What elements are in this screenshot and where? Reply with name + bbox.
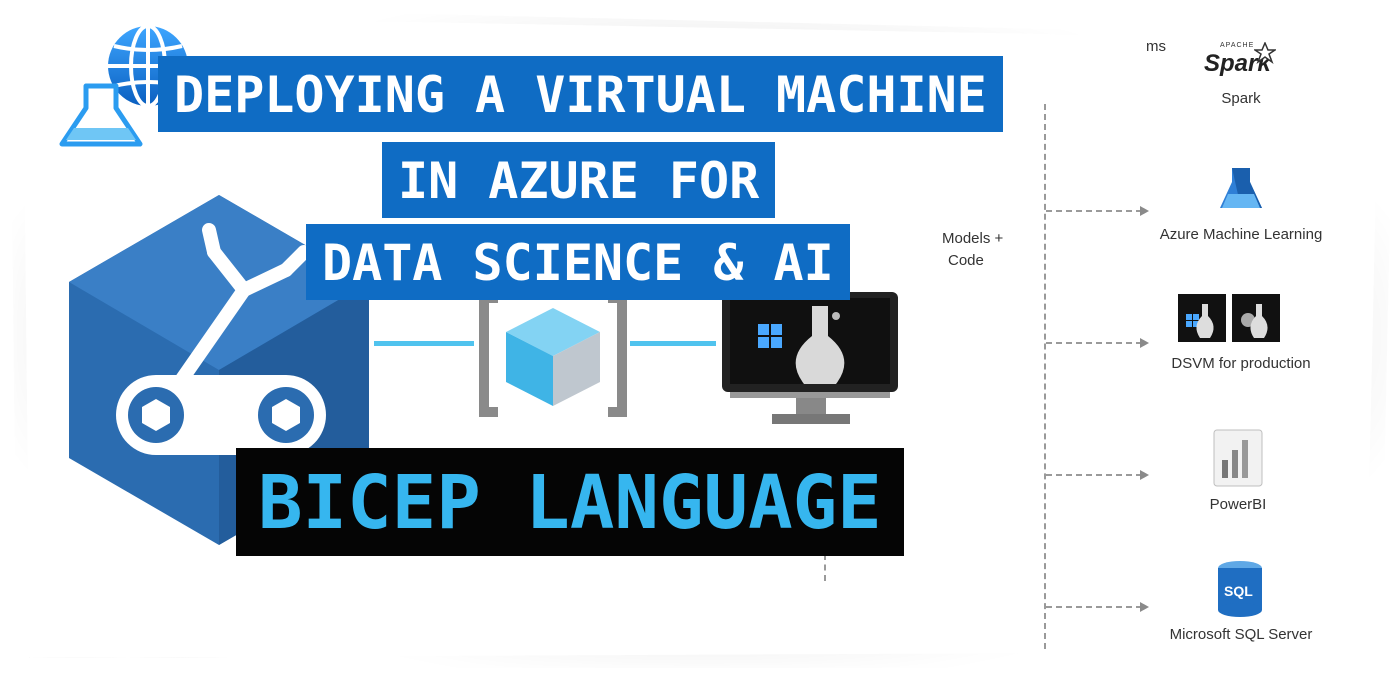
resource-cube-icon: [479, 293, 627, 417]
title-line-2: IN AZURE FOR: [382, 142, 776, 218]
sql-icon-text: SQL: [1224, 583, 1253, 599]
service-label-azure-ml: Azure Machine Learning: [1159, 226, 1323, 243]
models-label-line1: Models +: [942, 230, 1004, 247]
arrowhead-icon: [1140, 470, 1149, 480]
arrow-to-sql: [1046, 606, 1142, 608]
azure-ml-icon: [1220, 168, 1262, 208]
connector-line-2: [630, 341, 716, 346]
spark-logo: APACHE Spark: [1202, 42, 1282, 92]
title-line-1: DEPLOYING A VIRTUAL MACHINE: [158, 56, 1003, 132]
arrow-to-azure-ml: [1046, 210, 1142, 212]
models-label-line2: Code: [948, 252, 984, 269]
dashed-vertical-line: [1044, 104, 1046, 649]
arrow-to-dsvm: [1046, 342, 1142, 344]
service-label-spark: Spark: [1221, 90, 1261, 107]
service-label-powerbi: PowerBI: [1209, 496, 1267, 513]
spark-logo-small: APACHE: [1220, 42, 1255, 49]
arrowhead-icon: [1140, 206, 1149, 216]
arrow-to-powerbi: [1046, 474, 1142, 476]
dsvm-monitor-icon: [722, 292, 898, 424]
arrowhead-icon: [1140, 602, 1149, 612]
powerbi-icon: [1213, 429, 1263, 487]
service-label-dsvm: DSVM for production: [1171, 355, 1311, 372]
title-line-3: DATA SCIENCE & AI: [306, 224, 850, 300]
partial-label-top: ms: [1146, 38, 1166, 55]
connector-line-1: [374, 341, 474, 346]
arrowhead-icon: [1140, 338, 1149, 348]
dsvm-icon: [1178, 294, 1288, 348]
subtitle-banner: BICEP LANGUAGE: [236, 448, 904, 556]
service-label-sql: Microsoft SQL Server: [1169, 626, 1313, 643]
star-icon: [1254, 42, 1276, 64]
